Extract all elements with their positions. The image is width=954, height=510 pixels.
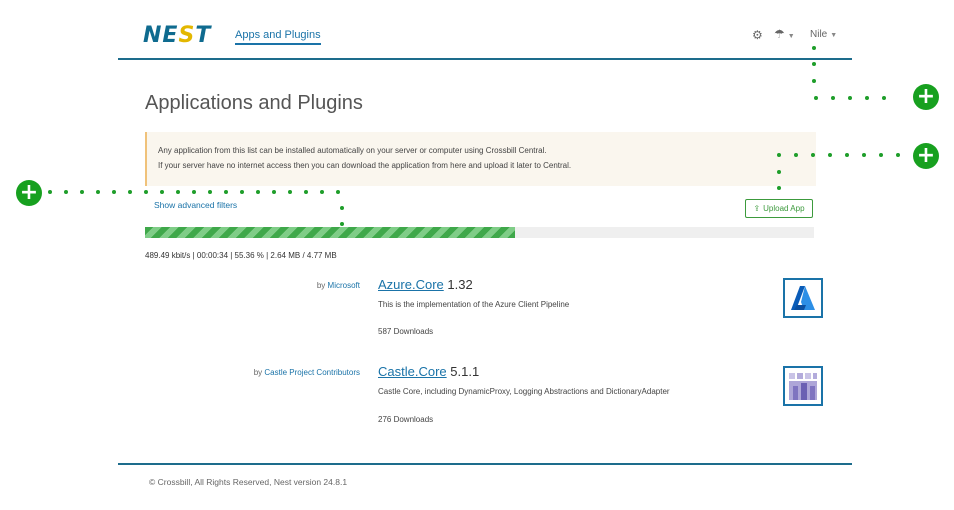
annotation-dot xyxy=(777,186,781,190)
annotation-plus-icon: + xyxy=(913,84,939,110)
footer-copyright: © Crossbill, All Rights Reserved, Nest v… xyxy=(149,477,348,487)
annotation-dot xyxy=(144,190,148,194)
info-notice xyxy=(145,132,816,186)
annotation-dot xyxy=(848,96,852,100)
annotation-dot xyxy=(176,190,180,194)
annotation-dot xyxy=(777,170,781,174)
nest-logo[interactable]: NEST xyxy=(143,23,211,48)
umbrella-menu[interactable]: ☂ ▼ xyxy=(774,27,795,41)
by-label: by xyxy=(316,281,326,290)
footer-divider xyxy=(118,463,852,465)
download-progress-bar xyxy=(145,227,814,238)
app-name: Castle.Core 5.1.1 xyxy=(378,364,479,379)
annotation-dot xyxy=(64,190,68,194)
progress-fill xyxy=(145,227,516,238)
annotation-dot xyxy=(320,190,324,194)
gear-icon[interactable]: ⚙ xyxy=(752,28,763,42)
publisher-link[interactable]: Microsoft xyxy=(328,281,360,290)
annotation-dot xyxy=(112,190,116,194)
app-description: This is the implementation of the Azure … xyxy=(378,300,570,309)
by-label: by xyxy=(253,368,263,377)
user-name: Nile xyxy=(810,29,828,40)
logo-text-right: T xyxy=(195,23,212,48)
annotation-dot xyxy=(256,190,260,194)
annotation-dot xyxy=(288,190,292,194)
annotation-dot xyxy=(336,190,340,194)
annotation-dot xyxy=(340,222,344,226)
app-publisher: by Microsoft xyxy=(140,281,360,290)
annotation-dot xyxy=(828,153,832,157)
annotation-dot xyxy=(208,190,212,194)
app-name: Azure.Core 1.32 xyxy=(378,277,473,292)
app-version: 1.32 xyxy=(447,277,473,292)
azure-logo-icon[interactable] xyxy=(783,278,823,318)
user-menu[interactable]: Nile ▼ xyxy=(810,29,837,40)
app-description: Castle Core, including DynamicProxy, Log… xyxy=(378,387,670,396)
castle-logo-icon[interactable] xyxy=(783,366,823,406)
annotation-dot xyxy=(896,153,900,157)
annotation-dot xyxy=(882,96,886,100)
annotation-dot xyxy=(48,190,52,194)
logo-text-left: NE xyxy=(143,23,179,48)
app-downloads: 276 Downloads xyxy=(378,415,434,424)
annotation-dot xyxy=(272,190,276,194)
umbrella-icon: ☂ xyxy=(774,27,785,41)
annotation-dot xyxy=(812,46,816,50)
annotation-dot xyxy=(865,96,869,100)
page-title: Applications and Plugins xyxy=(145,92,363,114)
app-title-link[interactable]: Azure.Core xyxy=(378,277,444,292)
annotation-dot xyxy=(340,206,344,210)
app-title-link[interactable]: Castle.Core xyxy=(378,364,447,379)
chevron-down-icon: ▼ xyxy=(830,32,838,39)
annotation-dot xyxy=(224,190,228,194)
logo-text-mid: S xyxy=(178,23,196,48)
annotation-dot xyxy=(304,190,308,194)
castle-logo-graphic xyxy=(789,373,817,400)
annotation-dot xyxy=(811,153,815,157)
nav-apps-and-plugins[interactable]: Apps and Plugins xyxy=(235,29,321,45)
notice-line-1: Any application from this list can be in… xyxy=(158,146,547,155)
annotation-dot xyxy=(814,96,818,100)
annotation-dot xyxy=(812,79,816,83)
annotation-dot xyxy=(831,96,835,100)
chevron-down-icon: ▼ xyxy=(787,33,795,40)
annotation-dot xyxy=(862,153,866,157)
annotation-dot xyxy=(160,190,164,194)
annotation-plus-icon: + xyxy=(913,143,939,169)
annotation-plus-icon: + xyxy=(16,180,42,206)
upload-icon: ⇪ xyxy=(753,204,761,213)
publisher-link[interactable]: Castle Project Contributors xyxy=(264,368,360,377)
annotation-dot xyxy=(96,190,100,194)
app-version: 5.1.1 xyxy=(450,364,480,379)
show-advanced-filters-link[interactable]: Show advanced filters xyxy=(154,200,237,210)
annotation-dot xyxy=(879,153,883,157)
annotation-dot xyxy=(192,190,196,194)
app-downloads: 587 Downloads xyxy=(378,327,434,336)
annotation-dot xyxy=(240,190,244,194)
notice-line-2: If your server have no internet access t… xyxy=(158,161,572,170)
download-stats: 489.49 kbit/s | 00:00:34 | 55.36 % | 2.6… xyxy=(145,251,337,260)
annotation-dot xyxy=(777,153,781,157)
annotation-dot xyxy=(128,190,132,194)
upload-app-label: Upload App xyxy=(763,204,805,213)
annotation-dot xyxy=(794,153,798,157)
upload-app-button[interactable]: ⇪ Upload App xyxy=(745,199,813,218)
azure-logo-graphic xyxy=(791,286,815,310)
header-divider xyxy=(118,58,852,60)
annotation-dot xyxy=(812,62,816,66)
app-publisher: by Castle Project Contributors xyxy=(140,368,360,377)
annotation-dot xyxy=(845,153,849,157)
annotation-dot xyxy=(80,190,84,194)
